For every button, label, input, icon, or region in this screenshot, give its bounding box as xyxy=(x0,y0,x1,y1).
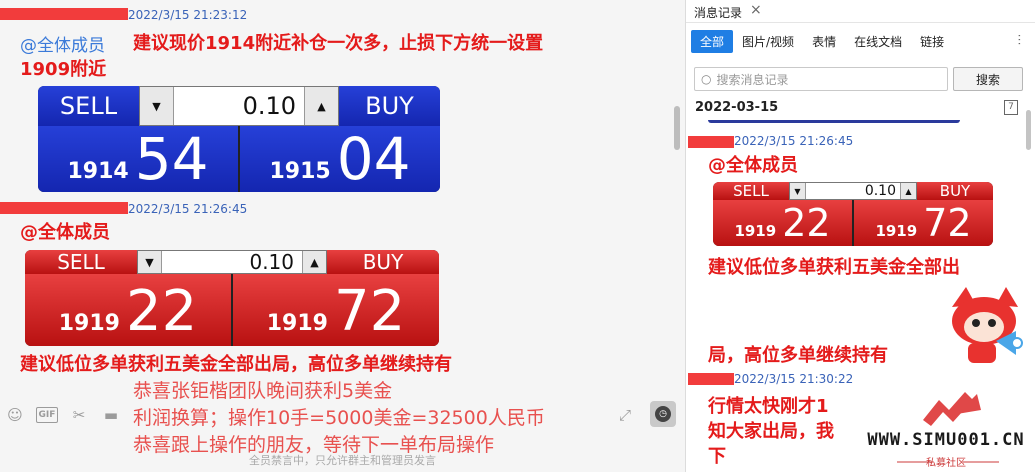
trade-widget-image[interactable]: SELL ▼ 0.10 ▲ BUY 1914 54 1915 04 xyxy=(38,86,440,192)
history-tabs: 全部 图片/视频 表情 在线文档 链接 xyxy=(691,30,953,53)
message-timestamp: 2022/3/15 21:23:12 xyxy=(128,8,248,22)
watermark-sub: 私募社区 xyxy=(926,458,966,469)
search-placeholder: 搜索消息记录 xyxy=(716,72,789,87)
folder-icon[interactable]: ▬ xyxy=(100,404,122,426)
sell-label: SELL xyxy=(59,92,118,120)
calendar-icon[interactable]: 7 xyxy=(1004,100,1018,115)
mention-all[interactable]: @全体成员 xyxy=(20,31,105,56)
date-header: 2022-03-15 xyxy=(695,100,779,115)
tab-all[interactable]: 全部 xyxy=(691,30,734,53)
expand-icon[interactable]: ⤢ xyxy=(614,404,636,426)
message-timestamp: 2022/3/15 21:26:45 xyxy=(128,202,248,216)
message-text: 行情太快刚才1 xyxy=(708,396,829,417)
chevron-up-icon: ▲ xyxy=(900,183,916,199)
search-button[interactable]: 搜索 xyxy=(953,67,1023,91)
watermark-site: WWW.SIMU001.CN xyxy=(867,430,1025,450)
search-icon: ○ xyxy=(701,72,712,86)
chevron-down-icon: ▼ xyxy=(138,251,162,273)
scissors-icon[interactable]: ✂ xyxy=(68,404,90,426)
chevron-up-icon: ▲ xyxy=(304,87,338,125)
message-text: 知大家出局，我 xyxy=(708,421,834,442)
chevron-down-icon: ▼ xyxy=(790,183,806,199)
chat-scrollbar[interactable] xyxy=(674,106,680,150)
redacted-sender xyxy=(688,373,734,385)
tab-media[interactable]: 图片/视频 xyxy=(733,30,803,53)
tab-docs[interactable]: 在线文档 xyxy=(845,30,911,53)
message-timestamp: 2022/3/15 21:26:45 xyxy=(734,134,854,148)
message-text: 1909附近 xyxy=(20,59,107,80)
sell-price: 1919 22 xyxy=(713,200,852,246)
search-input[interactable]: ○ 搜索消息记录 xyxy=(694,67,948,91)
promo-text-line: 恭喜张钜楷团队晚间获利5美金 xyxy=(133,380,393,402)
buy-label: BUY xyxy=(939,182,971,200)
history-scrollbar[interactable] xyxy=(1026,110,1031,150)
tab-links[interactable]: 链接 xyxy=(911,30,953,53)
filter-icon[interactable]: ⫶ xyxy=(1018,33,1022,49)
redacted-sender xyxy=(688,136,734,148)
sell-label: SELL xyxy=(57,250,105,274)
quantity-control: ▼ 0.10 ▲ xyxy=(139,86,339,126)
history-title: 消息记录 xyxy=(694,6,743,20)
redacted-sender xyxy=(0,202,128,214)
close-icon[interactable]: × xyxy=(750,2,762,18)
quantity-value: 0.10 xyxy=(864,183,896,199)
gif-icon[interactable]: GIF xyxy=(36,407,58,423)
quantity-value: 0.10 xyxy=(242,92,296,120)
mention-all[interactable]: @全体成员 xyxy=(708,153,798,178)
message-timestamp: 2022/3/15 21:30:22 xyxy=(734,372,854,386)
sell-price: 1919 22 xyxy=(25,274,231,346)
message-text: 建议现价1914附近补仓一次多，止损下方统一设置 xyxy=(133,33,544,54)
buy-price: 1919 72 xyxy=(852,200,993,246)
emoji-icon[interactable]: ☺ xyxy=(4,404,26,426)
sell-price: 1914 54 xyxy=(38,126,238,192)
mascot-sticker xyxy=(944,285,1026,367)
sell-label: SELL xyxy=(733,182,769,200)
quantity-value: 0.10 xyxy=(249,250,294,274)
message-text: 建议低位多单获利五美金全部出 xyxy=(708,257,960,278)
trade-widget-image[interactable]: SELL ▼ 0.10 ▲ BUY 1919 22 1919 72 xyxy=(25,250,439,346)
promo-text-line: 利润换算；操作10手=5000美金=32500人民币 xyxy=(133,407,545,429)
watermark-logo: WWW.SIMU001.CN 私募社区 xyxy=(857,386,1035,472)
quantity-control: ▼ 0.10 ▲ xyxy=(789,182,917,200)
chevron-up-icon: ▲ xyxy=(302,251,326,273)
buy-label: BUY xyxy=(365,92,414,120)
message-text: 局，高位多单继续持有 xyxy=(708,345,888,366)
quantity-control: ▼ 0.10 ▲ xyxy=(137,250,327,274)
history-clock-icon[interactable]: ◷ xyxy=(650,401,676,427)
tab-emoji[interactable]: 表情 xyxy=(803,30,845,53)
scroll-indicator xyxy=(708,120,960,123)
mention-all[interactable]: @全体成员 xyxy=(20,220,110,245)
buy-label: BUY xyxy=(362,250,404,274)
buy-price: 1915 04 xyxy=(238,126,440,192)
mute-notice: 全员禁言中，只允许群主和管理员发言 xyxy=(249,454,436,467)
redacted-sender xyxy=(0,8,128,20)
message-text: 下 xyxy=(708,446,726,467)
chevron-down-icon: ▼ xyxy=(140,87,174,125)
trade-widget-image[interactable]: SELL ▼ 0.10 ▲ BUY 1919 22 1919 72 xyxy=(713,182,993,246)
message-text: 建议低位多单获利五美金全部出局，高位多单继续持有 xyxy=(20,354,452,375)
buy-price: 1919 72 xyxy=(231,274,439,346)
chat-pane: 2022/3/15 21:23:12 @全体成员 建议现价1914附近补仓一次多… xyxy=(0,0,685,472)
